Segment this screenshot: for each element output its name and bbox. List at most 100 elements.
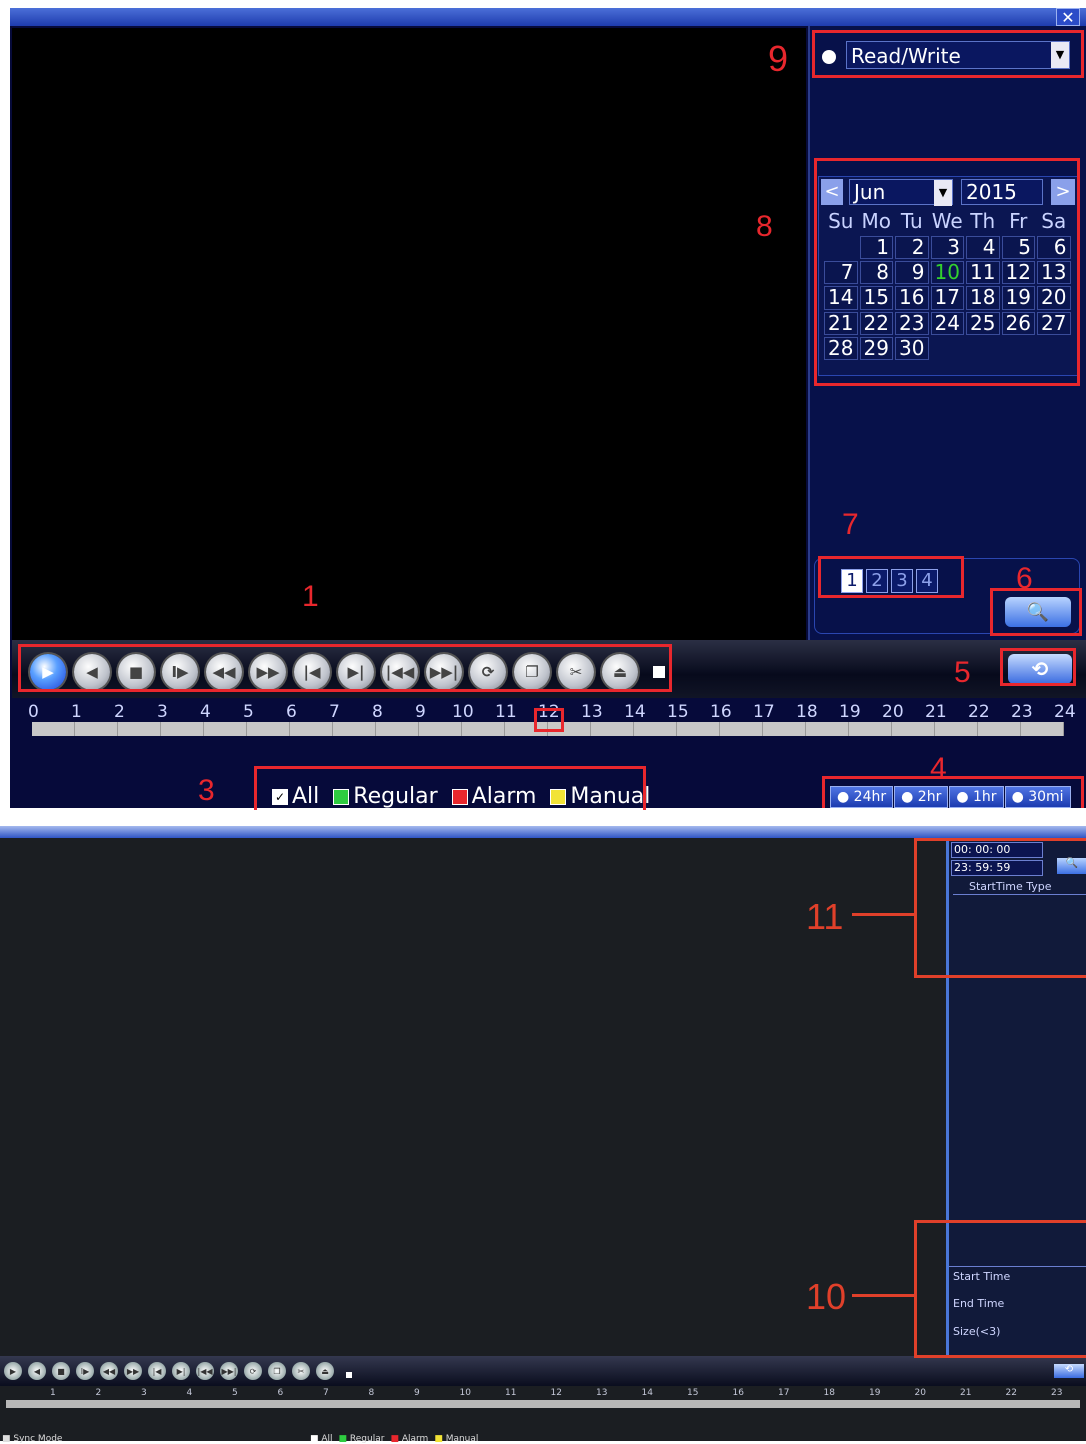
timeline-hour-cell[interactable] [204,722,247,736]
previous-file-button[interactable]: |◀ [148,1362,166,1380]
timeline-hour-cell[interactable] [978,722,1021,736]
arrow-10 [852,1294,914,1297]
timeline-tick-18: 18 [796,702,818,722]
annotation-11: 11 [806,896,844,937]
timeline-tick-3: 3 [141,1388,147,1398]
highlight-box-3 [254,766,646,810]
timeline-hour-cell[interactable] [1021,722,1064,736]
timeline-hour-cell[interactable] [806,722,849,736]
previous-day-button[interactable]: |◀◀ [196,1362,214,1380]
timeline-tick-19: 19 [869,1388,881,1398]
fast-forward-button[interactable]: ▶▶ [124,1362,142,1380]
fast-backward-button[interactable]: ◀◀ [100,1362,118,1380]
legend-small-regular[interactable]: ■ Regular [339,1434,385,1444]
close-button[interactable]: ✕ [1056,8,1080,27]
timeline-tick-0: 0 [28,702,39,722]
timeline-bar-small[interactable] [6,1400,1080,1408]
legend-small-all[interactable]: ■ All [310,1434,333,1444]
timeline-hour-cell[interactable] [634,722,677,736]
sync-mode-label[interactable]: ■ Sync Mode [2,1434,62,1444]
timeline-hour-cell[interactable] [892,722,935,736]
timeline-tick-20: 20 [882,702,904,722]
timeline-hour-cell[interactable] [376,722,419,736]
timeline-tick-14: 14 [641,1388,653,1398]
clip-button[interactable]: ✂ [292,1362,310,1380]
play-icon: ▶ [9,1366,17,1376]
legend-small-label: Manual [445,1434,479,1444]
backup-button[interactable]: ⏏ [316,1362,334,1380]
timeline-hour-cell[interactable] [849,722,892,736]
timeline-tick-21: 21 [960,1388,972,1398]
swatch-all: ■ [310,1434,322,1444]
timeline-marker [534,708,564,732]
timeline-hour-cell[interactable] [677,722,720,736]
timeline-tick-23: 23 [1011,702,1033,722]
sync-mode-text: Sync Mode [13,1434,63,1444]
legend-small-label: Alarm [401,1434,429,1444]
annotation-4: 4 [930,752,947,785]
timeline-hour-cell[interactable] [935,722,978,736]
sync-button[interactable]: ⟲ [1054,1364,1084,1378]
video-area[interactable] [12,28,806,640]
timeline-hour-cell[interactable] [32,722,75,736]
loop-button[interactable]: ⟳ [244,1362,262,1380]
timeline-tick-17: 17 [778,1388,790,1398]
previous-day-icon: |◀◀ [197,1366,213,1376]
next-file-button[interactable]: ▶| [172,1362,190,1380]
annotation-10: 10 [806,1276,847,1317]
timeline-hour-cell[interactable] [591,722,634,736]
next-day-button[interactable]: ▶▶| [220,1362,238,1380]
timeline-tick-2: 2 [114,702,125,722]
timeline-tick-16: 16 [710,702,732,722]
timeline-tick-11: 11 [505,1388,517,1398]
timeline-hour-cell[interactable] [247,722,290,736]
timeline-tick-7: 7 [323,1388,329,1398]
swatch-manual: ■ [434,1434,446,1444]
playback-controls-small: ▶ ◀ ■ I▶ ◀◀ ▶▶ |◀ ▶| |◀◀ ▶▶| ⟳ ❐ ✂ ⏏ [4,1362,340,1380]
fast-backward-icon: ◀◀ [102,1366,116,1376]
slow-play-icon: I▶ [80,1366,90,1376]
timeline-hour-cell[interactable] [763,722,806,736]
timeline-tick-3: 3 [157,702,168,722]
previous-frame-button[interactable]: ◀ [28,1362,46,1380]
annotation-7: 7 [842,508,859,541]
loop-icon: ⟳ [249,1366,257,1376]
highlight-box-5 [1000,648,1076,686]
annotation-8: 8 [756,210,773,243]
timeline-tick-17: 17 [753,702,775,722]
timeline-hour-cell[interactable] [419,722,462,736]
timeline-hour-cell[interactable] [333,722,376,736]
timeline-tick-2: 2 [95,1388,102,1398]
timeline-hour-cell[interactable] [161,722,204,736]
title-bar [10,8,1086,26]
timeline-hour-cell[interactable] [75,722,118,736]
play-button[interactable]: ▶ [4,1362,22,1380]
timeline-tick-1: 1 [50,1388,56,1398]
timeline-tick-14: 14 [624,702,646,722]
timeline-tick-1: 1 [71,702,82,722]
timeline-hour-cell[interactable] [118,722,161,736]
next-file-icon: ▶| [176,1366,186,1376]
legend-small-manual[interactable]: ■ Manual [434,1434,478,1444]
highlight-box-6 [990,588,1082,636]
annotation-1: 1 [302,580,319,613]
slow-play-button[interactable]: I▶ [76,1362,94,1380]
timeline-tick-22: 22 [1005,1388,1017,1398]
timeline-hour-cell[interactable] [720,722,763,736]
timeline-tick-6: 6 [286,702,297,722]
highlight-box-4 [822,776,1084,808]
stop-button[interactable]: ■ [52,1362,70,1380]
legend-small-alarm[interactable]: ■ Alarm [390,1434,428,1444]
timeline-tick-13: 13 [581,702,603,722]
legend-area [0,1412,1086,1441]
timeline-hour-cell[interactable] [462,722,505,736]
timeline-tick-9: 9 [414,1388,420,1398]
annotation-3: 3 [198,774,215,807]
timeline-tick-12: 12 [550,1388,562,1398]
fullscreen-button[interactable]: ❐ [268,1362,286,1380]
timeline-tick-19: 19 [839,702,861,722]
annotation-5: 5 [954,656,971,689]
timeline-hour-cell[interactable] [290,722,333,736]
refresh-icon: ⟲ [1064,1364,1074,1375]
stop-icon: ■ [57,1366,65,1376]
